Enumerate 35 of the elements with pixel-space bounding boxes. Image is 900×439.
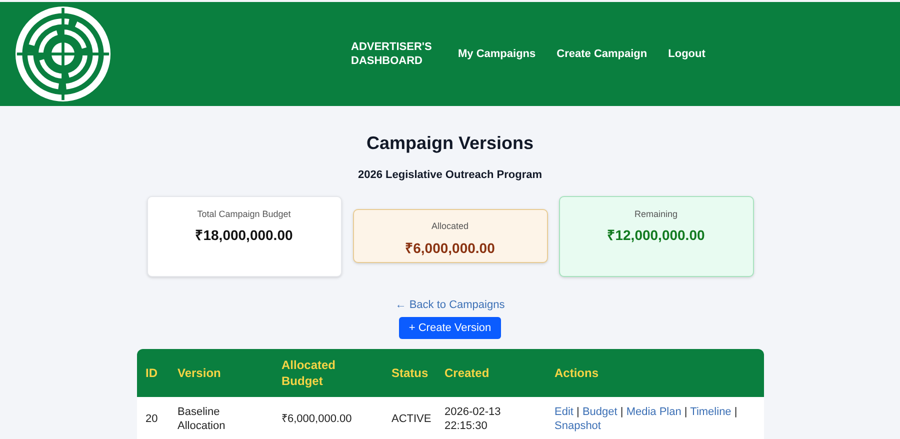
- column-header: Created: [436, 349, 546, 397]
- table-cell: ACTIVE: [382, 397, 436, 439]
- action-link[interactable]: Edit: [554, 406, 574, 418]
- card-label: Allocated: [431, 220, 469, 233]
- card-amount: ₹18,000,000.00: [195, 226, 293, 245]
- card-amount: ₹6,000,000.00: [405, 238, 495, 258]
- nav-link[interactable]: Logout: [668, 46, 706, 62]
- page-title: Campaign Versions: [366, 132, 534, 155]
- table-cell: ₹6,000,000.00: [272, 397, 382, 439]
- separator: |: [619, 406, 624, 418]
- card-amount: ₹12,000,000.00: [607, 226, 705, 245]
- nav-link[interactable]: Create Campaign: [556, 46, 648, 62]
- card-label: Total Campaign Budget: [197, 208, 291, 221]
- column-header: Version: [168, 349, 272, 397]
- table-cell: 2026-02-13 22:15:30: [436, 397, 546, 439]
- column-header: ID: [136, 349, 168, 397]
- action-link[interactable]: Budget: [582, 406, 618, 418]
- column-header: Allocated Budget: [272, 349, 382, 397]
- table-cell: Baseline Allocation: [168, 397, 272, 439]
- brand-link[interactable]: ADVERTISER'S DASHBOARD: [351, 40, 437, 68]
- action-link[interactable]: Timeline: [690, 406, 732, 418]
- column-header: Status: [382, 349, 436, 397]
- card-label: Remaining: [634, 208, 678, 221]
- target-logo-icon: [15, 6, 111, 102]
- separator: |: [733, 406, 738, 418]
- create-version-button[interactable]: + Create Version: [398, 317, 502, 339]
- action-link[interactable]: Snapshot: [554, 420, 601, 432]
- separator: |: [683, 406, 688, 418]
- nav-link[interactable]: My Campaigns: [458, 46, 536, 62]
- column-header: Actions: [546, 349, 764, 397]
- back-link[interactable]: ← Back to Campaigns: [395, 296, 505, 313]
- campaign-name: 2026 Legislative Outreach Program: [358, 168, 542, 183]
- table-cell: 20: [136, 397, 168, 439]
- action-link[interactable]: Media Plan: [626, 406, 682, 418]
- separator: |: [576, 406, 580, 418]
